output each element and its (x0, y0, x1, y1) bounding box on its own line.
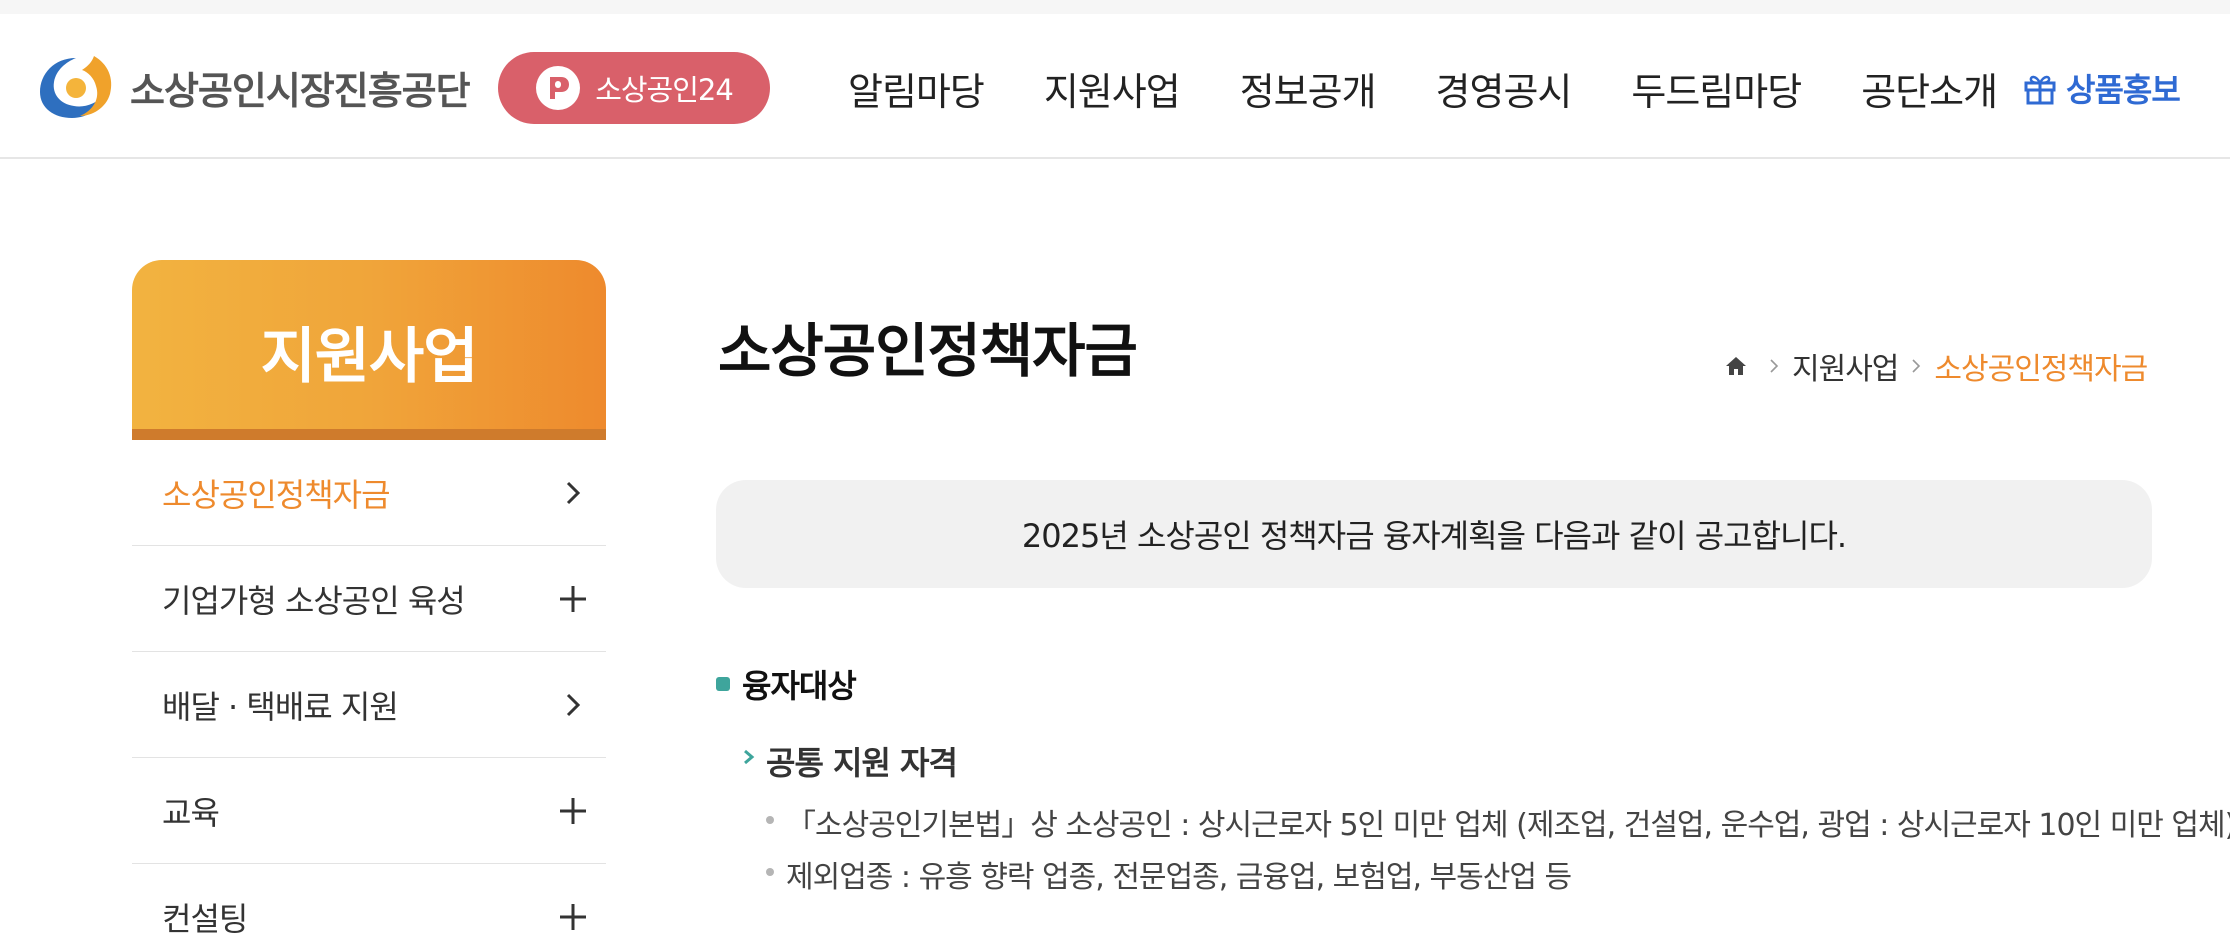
nav-item-management[interactable]: 경영공시 (1436, 61, 1573, 116)
chevron-right-icon (556, 476, 590, 510)
sosanggongin24-button[interactable]: 소상공인24 (498, 52, 770, 124)
square-bullet-icon (716, 677, 730, 691)
sidebar-header: 지원사업 (132, 260, 606, 440)
nav-item-dodream[interactable]: 두드림마당 (1631, 61, 1802, 116)
nav-item-about[interactable]: 공단소개 (1861, 61, 1998, 116)
list-item-text: 제외업종 : 유흥 향락 업종, 전문업종, 금융업, 보험업, 부동산업 등 (786, 860, 1572, 895)
sidebar-item-education[interactable]: 교육 (132, 758, 606, 864)
dot-bullet-icon (766, 868, 774, 876)
gift-icon (2024, 75, 2056, 105)
list-item-text: 「소상공인기본법」상 소상공인 : 상시근로자 5인 미만 업체 (제조업, 건… (786, 808, 2230, 843)
nav-item-notice[interactable]: 알림마당 (848, 61, 985, 116)
sidebar-item-label: 배달 · 택배료 지원 (162, 687, 399, 726)
nav-item-disclosure[interactable]: 정보공개 (1240, 61, 1377, 116)
breadcrumb-item-support[interactable]: 지원사업 (1792, 344, 1899, 388)
site-logo[interactable]: 소상공인시장진흥공단 (36, 54, 471, 120)
section-heading: 융자대상 (716, 664, 857, 705)
breadcrumb-item-current[interactable]: 소상공인정책자금 (1934, 344, 2148, 388)
sidebar-item-entrepreneur[interactable]: 기업가형 소상공인 육성 (132, 546, 606, 652)
sidebar-header-bar (132, 429, 606, 440)
site-header: 소상공인시장진흥공단 소상공인24 알림마당 지원사업 정보공개 경영공시 두드… (0, 14, 2230, 159)
chevron-right-icon (1770, 359, 1779, 373)
sidebar-item-label: 기업가형 소상공인 육성 (162, 581, 466, 620)
notice-box: 2025년 소상공인 정책자금 융자계획을 다음과 같이 공고합니다. (716, 480, 2152, 588)
p-badge-icon (536, 66, 581, 110)
dot-bullet-icon (766, 816, 774, 824)
list-item: 제외업종 : 유흥 향락 업종, 전문업종, 금융업, 보험업, 부동산업 등 (764, 848, 2214, 900)
plus-icon[interactable] (556, 582, 590, 616)
list-item: 「소상공인기본법」상 소상공인 : 상시근로자 5인 미만 업체 (제조업, 건… (764, 796, 2230, 848)
sidebar-item-label: 컨설팅 (162, 899, 248, 938)
logo-mark-icon (40, 56, 112, 118)
chevron-right-icon (744, 749, 755, 765)
section-title: 융자대상 (742, 667, 857, 705)
main-nav: 알림마당 지원사업 정보공개 경영공시 두드림마당 공단소개 (848, 54, 1998, 122)
sidebar-item-policy-fund[interactable]: 소상공인정책자금 (132, 440, 606, 546)
home-icon[interactable] (1724, 354, 1748, 378)
eligibility-list: 「소상공인기본법」상 소상공인 : 상시근로자 5인 미만 업체 (제조업, 건… (764, 796, 2230, 900)
sidebar-item-delivery[interactable]: 배달 · 택배료 지원 (132, 652, 606, 758)
sidebar-item-label: 소상공인정책자금 (162, 475, 391, 514)
breadcrumb: 지원사업 소상공인정책자금 (1724, 344, 2148, 388)
subsection-heading: 공통 지원 자격 (742, 741, 958, 782)
top-strip (0, 0, 2230, 14)
sidebar-item-consulting[interactable]: 컨설팅 (132, 864, 606, 948)
plus-icon[interactable] (556, 794, 590, 828)
product-promo-link[interactable]: 상품홍보 (2022, 62, 2181, 114)
sidebar-title: 지원사업 (260, 322, 479, 392)
pill-label: 소상공인24 (595, 73, 734, 107)
subsection-title: 공통 지원 자격 (766, 744, 958, 782)
sidebar-item-label: 교육 (162, 793, 220, 832)
page-title: 소상공인정책자금 (718, 317, 1138, 385)
nav-item-support[interactable]: 지원사업 (1044, 61, 1181, 116)
notice-text: 2025년 소상공인 정책자금 융자계획을 다음과 같이 공고합니다. (1021, 517, 1847, 555)
plus-icon[interactable] (556, 900, 590, 934)
logo-text: 소상공인시장진흥공단 (130, 68, 471, 113)
chevron-right-icon (1912, 359, 1921, 373)
promo-label: 상품홍보 (2066, 71, 2181, 109)
sidebar-menu: 소상공인정책자금 기업가형 소상공인 육성 배달 · 택배료 지원 교육 컨설팅 (132, 440, 606, 948)
chevron-right-icon (556, 688, 590, 722)
